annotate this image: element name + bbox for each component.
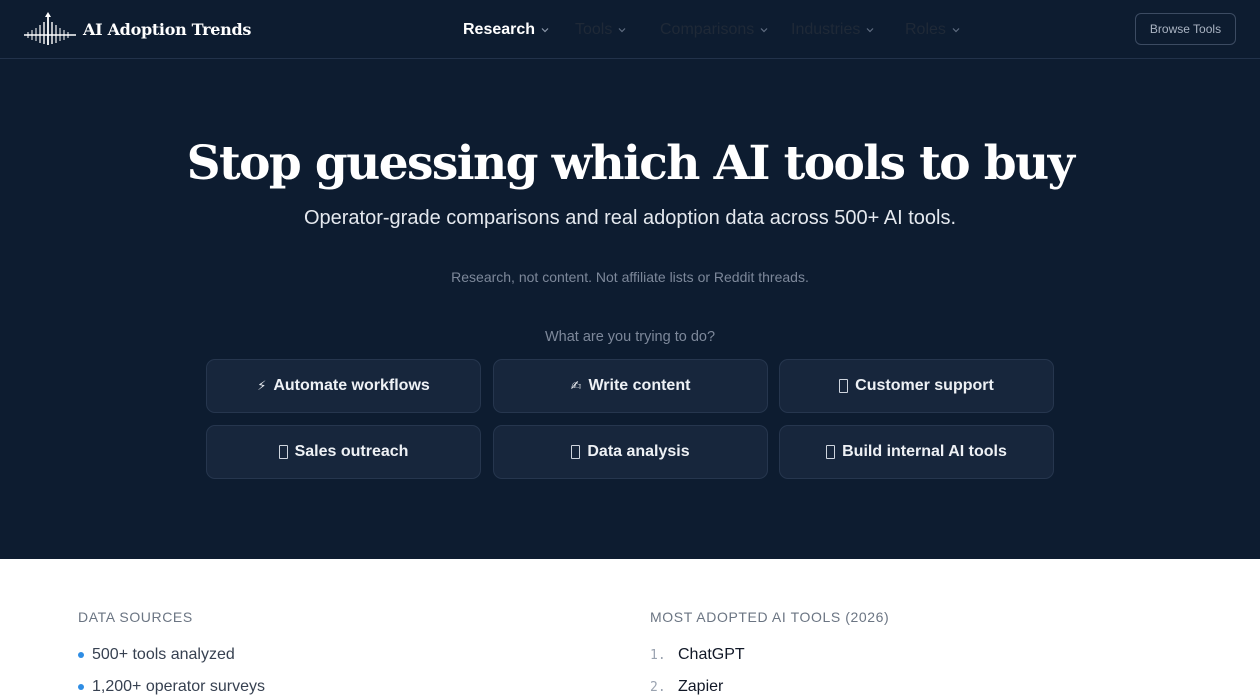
ranked-tool-item[interactable]: 1. ChatGPT — [650, 646, 745, 664]
goal-customer-support-button[interactable]: Customer support — [779, 359, 1054, 413]
goal-label: Customer support — [855, 377, 994, 394]
nav-tools[interactable]: Tools — [575, 21, 626, 39]
headset-icon — [839, 379, 849, 393]
chart-icon — [571, 445, 581, 459]
mail-icon — [278, 445, 288, 459]
writing-hand-icon: ✍ — [570, 378, 582, 393]
brand-name: AI Adoption Trends — [83, 19, 252, 39]
goal-data-analysis-button[interactable]: Data analysis — [493, 425, 768, 479]
nav-comparisons-label: Comparisons — [660, 21, 755, 38]
rank-number: 1. — [650, 648, 666, 663]
nav-industries[interactable]: Industries — [791, 21, 874, 39]
hero-section: Stop guessing which AI tools to buy Oper… — [0, 59, 1260, 559]
data-source-text: 1,200+ operator surveys — [92, 678, 265, 695]
brand-logo[interactable]: AI Adoption Trends — [24, 12, 251, 46]
tool-name[interactable]: ChatGPT — [678, 646, 745, 664]
nav-research[interactable]: Research — [463, 21, 549, 39]
goal-sales-outreach-button[interactable]: Sales outreach — [206, 425, 481, 479]
list-item: 500+ tools analyzed — [78, 646, 235, 664]
goal-automate-workflows-button[interactable]: ⚡ Automate workflows — [206, 359, 481, 413]
nav-roles-label: Roles — [905, 21, 946, 38]
most-adopted-heading: MOST ADOPTED AI TOOLS (2026) — [650, 609, 890, 625]
goal-label: Write content — [588, 377, 691, 394]
goal-label: Sales outreach — [294, 443, 409, 460]
goal-prompt: What are you trying to do? — [544, 329, 716, 345]
goal-label: Automate workflows — [273, 377, 430, 394]
tool-name[interactable]: Zapier — [678, 678, 723, 696]
nav-roles[interactable]: Roles — [905, 21, 960, 39]
goal-write-content-button[interactable]: ✍ Write content — [493, 359, 768, 413]
skyline-logo-icon — [24, 12, 76, 45]
nav-comparisons[interactable]: Comparisons — [660, 21, 768, 39]
lightning-icon: ⚡ — [257, 378, 267, 393]
list-item: 1,200+ operator surveys — [78, 678, 265, 696]
goal-build-internal-ai-tools-button[interactable]: Build internal AI tools — [779, 425, 1054, 479]
hero-note: Research, not content. Not affiliate lis… — [451, 269, 809, 285]
chevron-down-icon — [760, 28, 768, 33]
tools-icon — [826, 445, 836, 459]
data-source-text: 500+ tools analyzed — [92, 646, 235, 663]
top-nav-bar: AI Adoption Trends Research Tools Compar… — [0, 0, 1260, 59]
nav-tools-label: Tools — [575, 21, 613, 38]
ranked-tool-item[interactable]: 2. Zapier — [650, 678, 723, 696]
bullet-dot-icon — [78, 652, 84, 658]
data-sources-heading: DATA SOURCES — [78, 609, 193, 625]
goal-label: Data analysis — [587, 443, 690, 460]
browse-tools-button[interactable]: Browse Tools — [1135, 13, 1236, 45]
nav-industries-label: Industries — [791, 21, 861, 38]
rank-number: 2. — [650, 680, 666, 695]
hero-subtitle: Operator-grade comparisons and real adop… — [303, 207, 957, 229]
goal-label: Build internal AI tools — [842, 443, 1007, 460]
nav-research-label: Research — [463, 21, 536, 38]
chevron-down-icon — [866, 28, 874, 33]
bullet-dot-icon — [78, 684, 84, 690]
chevron-down-icon — [952, 28, 960, 33]
chevron-down-icon — [618, 28, 626, 33]
chevron-down-icon — [541, 28, 549, 33]
hero-title: Stop guessing which AI tools to buy — [186, 136, 1075, 191]
